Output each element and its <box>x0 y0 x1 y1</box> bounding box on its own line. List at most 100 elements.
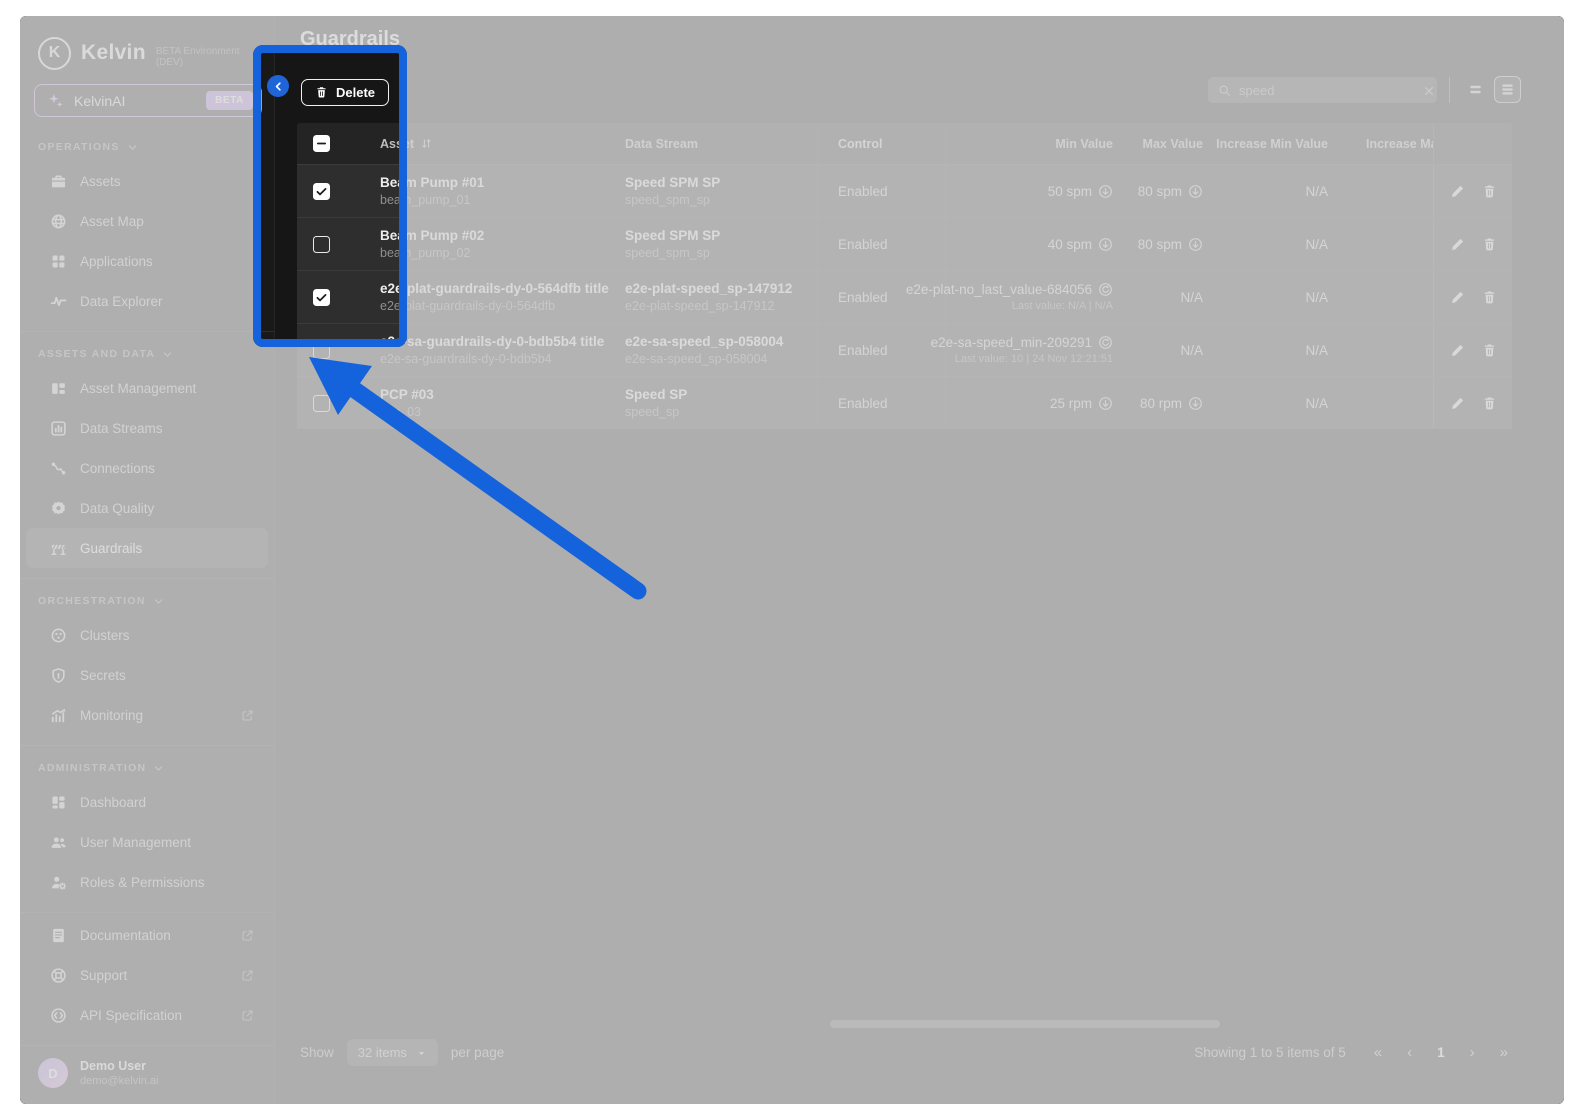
column-header-increase-min-value[interactable]: Increase Min Value <box>1216 137 1328 151</box>
row-checkbox[interactable] <box>313 288 330 306</box>
first-page-icon[interactable]: « <box>1374 1044 1382 1061</box>
divider <box>20 331 274 332</box>
user-profile[interactable]: D Demo User demo@kelvin.ai <box>20 1045 274 1104</box>
detailed-rows-icon <box>1500 82 1515 97</box>
max-value: N/A <box>1180 289 1203 305</box>
row-checkbox[interactable] <box>313 235 330 253</box>
data-streams-icon <box>50 420 67 437</box>
increase-max-value <box>1340 165 1433 217</box>
data-quality-icon <box>50 500 67 517</box>
chevron-left-icon <box>273 81 284 92</box>
sidebar-item-secrets[interactable]: Secrets <box>26 655 268 695</box>
min-value: e2e-sa-speed_min-209291 Last value: 10 | … <box>931 324 1125 376</box>
sidebar-item-asset-map[interactable]: Asset Map <box>26 201 268 241</box>
divider <box>20 912 274 913</box>
edit-row-button[interactable] <box>1450 343 1465 358</box>
detailed-view-button[interactable] <box>1494 76 1521 103</box>
arrow-down-circle-icon <box>1188 184 1203 199</box>
refresh-circle-icon <box>1098 335 1113 350</box>
data-stream-id: speed_sp <box>625 405 680 419</box>
secrets-icon <box>50 667 67 684</box>
edit-row-button[interactable] <box>1450 290 1465 305</box>
column-header-min-value[interactable]: Min Value <box>1055 137 1113 151</box>
control-status: Enabled <box>817 324 945 376</box>
column-header-max-value[interactable]: Max Value <box>1143 137 1203 151</box>
data-stream-id: speed_spm_sp <box>625 193 710 207</box>
kelvinai-button[interactable]: KelvinAI BETA <box>34 84 262 117</box>
connections-icon <box>50 460 67 477</box>
edit-row-button[interactable] <box>1450 396 1465 411</box>
row-checkbox[interactable] <box>313 394 330 412</box>
sidebar-collapse-button[interactable] <box>267 75 289 97</box>
next-page-icon[interactable]: › <box>1470 1044 1475 1061</box>
delete-row-button[interactable] <box>1482 290 1497 305</box>
delete-selected-button[interactable]: Delete <box>301 79 390 106</box>
page-size-controls: Show 32 items per page <box>300 1038 505 1066</box>
delete-row-button[interactable] <box>1482 184 1497 199</box>
sidebar-item-connections[interactable]: Connections <box>26 448 268 488</box>
sidebar-section-assets-and-data[interactable]: ASSETS AND DATA <box>20 334 274 368</box>
edit-row-button[interactable] <box>1450 184 1465 199</box>
column-header-increase-max-value[interactable]: Increase Max Value <box>1366 137 1433 151</box>
sidebar-item-api-specification[interactable]: API Specification <box>26 995 268 1035</box>
sidebar-item-applications[interactable]: Applications <box>26 241 268 281</box>
asset-id: beam_pump_02 <box>380 246 471 260</box>
current-page[interactable]: 1 <box>1437 1045 1445 1060</box>
prev-page-icon[interactable]: ‹ <box>1407 1044 1412 1061</box>
sidebar-item-asset-management[interactable]: Asset Management <box>26 368 268 408</box>
user-management-icon <box>50 834 67 851</box>
delete-row-button[interactable] <box>1482 396 1497 411</box>
delete-row-button[interactable] <box>1482 237 1497 252</box>
asset-name: e2e-sa-guardrails-dy-0-bdb5b4 title <box>380 334 605 349</box>
data-stream-name: Speed SPM SP <box>625 228 721 243</box>
sidebar-item-data-quality[interactable]: Data Quality <box>26 488 268 528</box>
page: K Kelvin BETA Environment (DEV) KelvinAI… <box>0 0 1584 1120</box>
asset-name: PCP #03 <box>380 387 434 402</box>
sidebar-item-dashboard[interactable]: Dashboard <box>26 782 268 822</box>
sidebar-item-roles-permissions[interactable]: Roles & Permissions <box>26 862 268 902</box>
beta-badge: BETA <box>206 91 253 110</box>
sidebar-item-documentation[interactable]: Documentation <box>26 915 268 955</box>
data-stream-id: speed_spm_sp <box>625 246 710 260</box>
api-specification-icon <box>50 1007 67 1024</box>
row-checkbox[interactable] <box>313 341 330 359</box>
divider <box>20 578 274 579</box>
asset-id: e2e-plat-guardrails-dy-0-564dfb <box>380 299 556 313</box>
page-size-select[interactable]: 32 items <box>346 1038 438 1066</box>
row-checkbox[interactable] <box>313 182 330 200</box>
last-page-icon[interactable]: » <box>1500 1044 1508 1061</box>
compact-view-button[interactable] <box>1462 76 1489 103</box>
sidebar-section-administration[interactable]: ADMINISTRATION <box>20 748 274 782</box>
select-all-checkbox[interactable] <box>313 135 330 152</box>
edit-row-button[interactable] <box>1450 237 1465 252</box>
asset-name: Beam Pump #01 <box>380 175 485 190</box>
sidebar-item-support[interactable]: Support <box>26 955 268 995</box>
arrow-down-circle-icon <box>1188 237 1203 252</box>
per-page-label: per page <box>450 1044 505 1060</box>
search-input[interactable] <box>1239 82 1415 98</box>
increase-max-value <box>1340 271 1433 323</box>
delete-row-button[interactable] <box>1482 343 1497 358</box>
table-row: e2e-plat-guardrails-dy-0-564dfb title e2e… <box>297 270 1512 323</box>
min-value: 40 spm <box>945 218 1125 270</box>
data-stream-name: Speed SPM SP <box>625 175 721 190</box>
sidebar-item-user-management[interactable]: User Management <box>26 822 268 862</box>
column-header-control[interactable]: Control <box>838 137 945 151</box>
sidebar-section-orchestration[interactable]: ORCHESTRATION <box>20 581 274 615</box>
clear-search-icon[interactable] <box>1423 84 1435 96</box>
sidebar-item-data-streams[interactable]: Data Streams <box>26 408 268 448</box>
column-header-asset[interactable]: Asset <box>380 137 605 151</box>
sidebar-item-data-explorer[interactable]: Data Explorer <box>26 281 268 321</box>
table-header: Asset Data Stream Control Min Value Max … <box>297 123 1512 164</box>
horizontal-scrollbar[interactable] <box>830 1020 1220 1028</box>
column-header-data-stream[interactable]: Data Stream <box>625 137 817 151</box>
sidebar-item-clusters[interactable]: Clusters <box>26 615 268 655</box>
sidebar-item-monitoring[interactable]: Monitoring <box>26 695 268 735</box>
sidebar-item-assets[interactable]: Assets <box>26 161 268 201</box>
data-stream-id: e2e-plat-speed_sp-147912 <box>625 299 775 313</box>
increase-min-value: N/A <box>1305 289 1328 305</box>
chevron-down-icon <box>127 142 138 153</box>
sidebar-item-guardrails[interactable]: Guardrails <box>26 528 268 568</box>
sidebar-section-operations[interactable]: OPERATIONS <box>20 127 274 161</box>
app-window: K Kelvin BETA Environment (DEV) KelvinAI… <box>20 16 1564 1104</box>
